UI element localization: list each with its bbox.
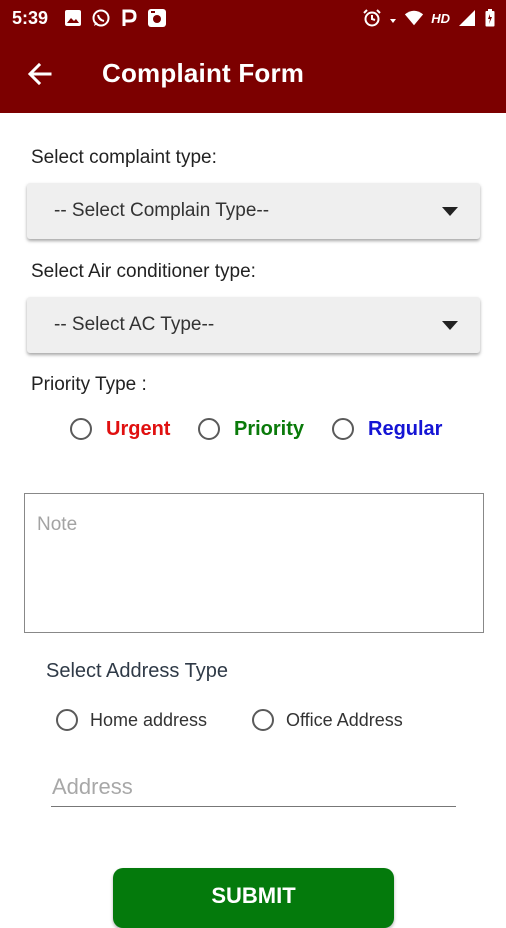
office-address-radio[interactable]: [252, 709, 274, 731]
priority-radio[interactable]: [198, 418, 220, 440]
urgent-radio-label[interactable]: Urgent: [106, 418, 170, 441]
dropdown-arrow-icon: [442, 207, 458, 216]
network-label: HD: [431, 10, 450, 26]
whatsapp-icon: [91, 8, 111, 28]
complaint-type-label: Select complaint type:: [31, 147, 217, 168]
signal-icon: [457, 8, 477, 28]
regular-radio[interactable]: [332, 418, 354, 440]
office-address-label[interactable]: Office Address: [286, 710, 403, 731]
status-bar: 5:39 HD: [0, 0, 506, 38]
priority-radio-label[interactable]: Priority: [234, 418, 304, 441]
image-icon: [63, 8, 83, 28]
urgent-radio[interactable]: [70, 418, 92, 440]
alarm-icon: [362, 8, 382, 28]
address-type-label: Select Address Type: [46, 660, 228, 682]
page-title: Complaint Form: [102, 58, 305, 88]
ac-type-label: Select Air conditioner type:: [31, 261, 256, 282]
battery-icon: [484, 8, 496, 28]
wifi-icon: [404, 8, 424, 28]
status-notification-icons: [63, 8, 167, 28]
home-address-label[interactable]: Home address: [90, 710, 207, 731]
note-placeholder: Note: [37, 514, 78, 535]
complaint-type-value: -- Select Complain Type--: [54, 200, 270, 221]
note-textarea[interactable]: Note: [24, 493, 484, 633]
ac-type-dropdown[interactable]: -- Select AC Type--: [27, 297, 480, 353]
priority-type-label: Priority Type :: [31, 374, 147, 395]
address-placeholder: Address: [52, 774, 133, 799]
ac-type-value: -- Select AC Type--: [54, 314, 215, 335]
regular-radio-label[interactable]: Regular: [368, 418, 442, 441]
address-input[interactable]: Address: [51, 770, 456, 807]
dropdown-arrow-icon: [442, 321, 458, 330]
camera-icon: [147, 8, 167, 28]
p-icon: [119, 8, 139, 28]
back-arrow-icon[interactable]: [26, 60, 54, 88]
home-address-radio[interactable]: [56, 709, 78, 731]
app-bar: Complaint Form: [0, 38, 506, 113]
submit-button[interactable]: SUBMIT: [113, 868, 394, 928]
data-arrows-icon: [389, 8, 397, 28]
complaint-type-dropdown[interactable]: -- Select Complain Type--: [27, 183, 480, 239]
status-system-icons: HD: [362, 8, 496, 28]
status-time: 5:39: [12, 8, 49, 28]
